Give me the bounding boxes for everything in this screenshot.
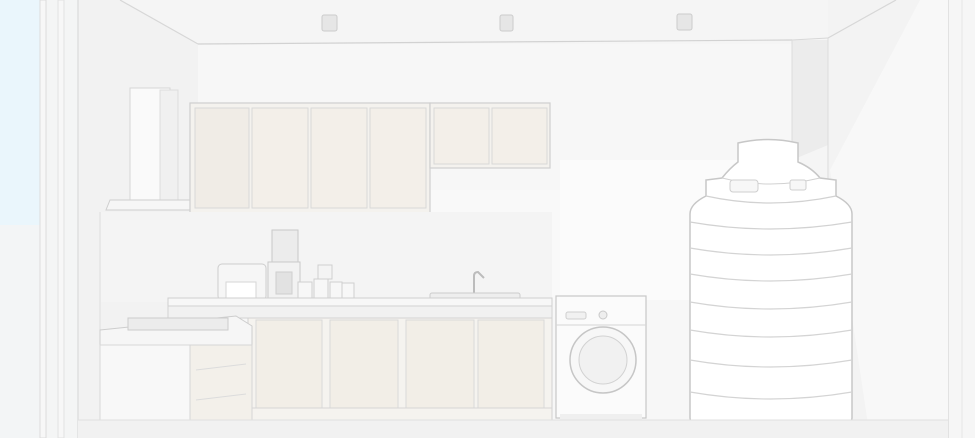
coffee-maker-icon	[267, 229, 301, 299]
ceiling-light-icon	[676, 13, 693, 31]
floor	[78, 419, 948, 438]
ceiling-light-icon	[499, 14, 514, 32]
left-window	[0, 0, 65, 438]
water-tank-icon	[689, 138, 853, 437]
ceiling-light-icon	[321, 14, 338, 32]
toaster-icon	[217, 263, 267, 301]
kitchen-scene	[0, 0, 975, 438]
washing-machine-icon	[555, 295, 647, 420]
right-frame	[947, 0, 975, 438]
lower-cabinets	[99, 297, 553, 438]
